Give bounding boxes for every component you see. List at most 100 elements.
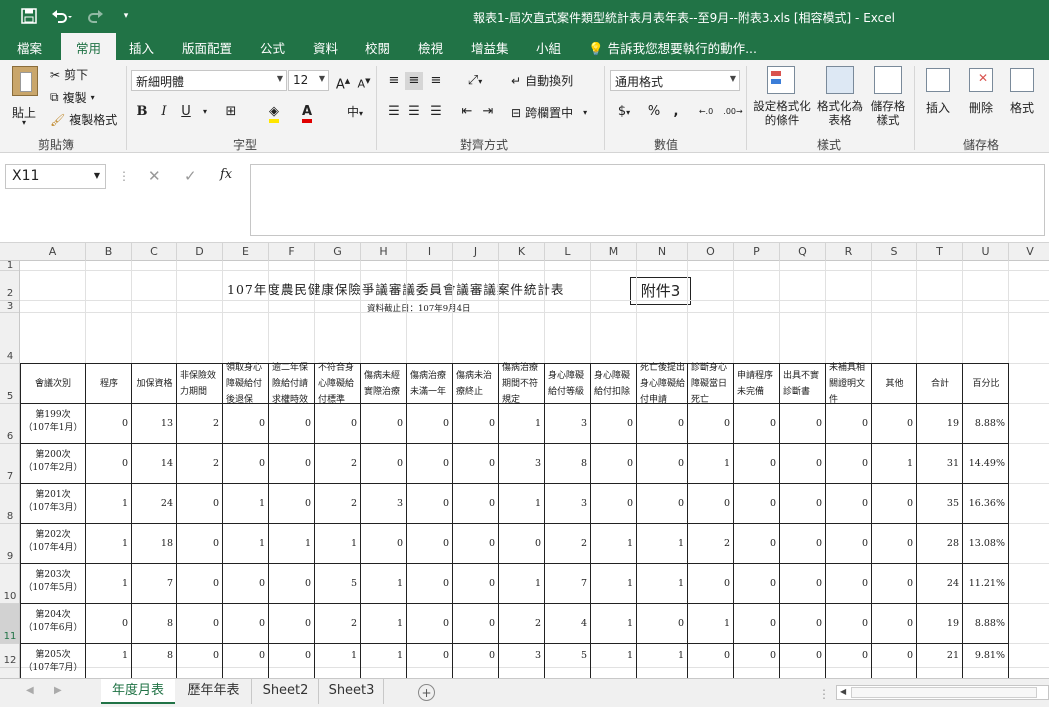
row-header[interactable]: 11 (0, 604, 19, 644)
table-cell[interactable]: 0 (269, 650, 311, 661)
table-cell[interactable]: 2 (315, 618, 357, 629)
scroll-right-icon[interactable]: ▶ (54, 685, 62, 696)
table-cell[interactable]: 0 (223, 618, 265, 629)
table-cell[interactable]: 0 (223, 418, 265, 429)
table-cell[interactable]: 1 (86, 578, 128, 589)
row-header[interactable]: 5 (0, 364, 19, 404)
tab-addins[interactable]: 增益集 (471, 38, 509, 57)
table-cell[interactable]: 0 (826, 618, 868, 629)
fill-color-icon[interactable]: ◈ (265, 103, 283, 123)
column-header[interactable]: T (917, 243, 963, 261)
table-cell[interactable]: 0 (780, 618, 822, 629)
column-header[interactable]: J (453, 243, 499, 261)
table-cell[interactable]: 8.88% (963, 618, 1005, 629)
table-cell[interactable]: 0 (826, 650, 868, 661)
table-cell[interactable]: 0 (826, 498, 868, 509)
table-cell[interactable]: 7 (545, 578, 587, 589)
table-cell[interactable]: 0 (591, 498, 633, 509)
table-cell[interactable]: 4 (545, 618, 587, 629)
table-cell[interactable]: 11.21% (963, 578, 1005, 589)
table-cell[interactable]: 0 (223, 650, 265, 661)
table-cell[interactable]: 1 (315, 538, 357, 549)
sheet-tab-monthly[interactable]: 年度月表 (101, 679, 175, 704)
scroll-left-icon[interactable]: ◀ (26, 685, 34, 696)
column-header[interactable]: H (361, 243, 407, 261)
table-cell[interactable]: 0 (453, 578, 495, 589)
table-cell[interactable]: 1 (872, 458, 913, 469)
table-cell[interactable]: 0 (826, 458, 868, 469)
decrease-font-icon[interactable]: A▼ (355, 72, 373, 91)
table-cell[interactable]: 1 (688, 618, 730, 629)
table-cell[interactable]: 0 (780, 498, 822, 509)
table-cell[interactable]: 0 (86, 458, 128, 469)
borders-icon[interactable]: ⊞ (222, 103, 240, 121)
table-cell[interactable]: 0 (637, 498, 684, 509)
table-cell[interactable]: 0 (177, 498, 219, 509)
table-cell[interactable]: 0 (780, 538, 822, 549)
table-cell[interactable]: 9.81% (963, 650, 1005, 661)
table-cell[interactable]: 0 (361, 458, 403, 469)
table-cell[interactable]: 35 (917, 498, 959, 509)
column-header[interactable]: I (407, 243, 453, 261)
enter-icon[interactable]: ✓ (184, 167, 197, 185)
table-cell[interactable]: 0 (734, 578, 776, 589)
table-cell[interactable]: 0 (177, 650, 219, 661)
redo-icon[interactable] (84, 6, 110, 26)
table-cell[interactable]: 1 (315, 650, 357, 661)
table-cell[interactable]: 28 (917, 538, 959, 549)
save-icon[interactable] (18, 6, 40, 26)
table-cell[interactable]: 3 (361, 498, 403, 509)
table-cell[interactable]: 0 (407, 498, 449, 509)
table-cell[interactable]: 0 (872, 498, 913, 509)
table-cell[interactable]: 0 (780, 578, 822, 589)
row-header[interactable]: 4 (0, 313, 19, 364)
table-cell[interactable]: 19 (917, 618, 959, 629)
table-cell[interactable]: 0 (734, 458, 776, 469)
table-cell[interactable]: 0 (688, 650, 730, 661)
column-header[interactable]: F (269, 243, 315, 261)
column-header[interactable]: G (315, 243, 361, 261)
cut-button[interactable]: ✂ 剪下 (50, 66, 88, 83)
table-cell[interactable]: 1 (499, 418, 541, 429)
decrease-decimal-icon[interactable]: .00→ (722, 103, 744, 121)
wrap-text-button[interactable]: ↵ 自動換列 (511, 72, 573, 89)
table-cell[interactable]: 0 (637, 618, 684, 629)
sheet-tab-sheet2[interactable]: Sheet2 (253, 679, 319, 704)
sheet-tab-yearly[interactable]: 歷年年表 (176, 679, 252, 704)
italic-button[interactable]: I (155, 103, 173, 121)
table-cell[interactable]: 0 (407, 650, 449, 661)
table-cell[interactable]: 1 (637, 538, 684, 549)
delete-cells-button[interactable]: ✕ 刪除 (963, 66, 1001, 132)
table-cell[interactable]: 2 (177, 418, 219, 429)
column-header[interactable]: B (86, 243, 132, 261)
table-cell[interactable]: 0 (872, 418, 913, 429)
sheet-tab-sheet3[interactable]: Sheet3 (320, 679, 384, 704)
tab-page-layout[interactable]: 版面配置 (182, 38, 232, 57)
table-cell[interactable]: 1 (223, 498, 265, 509)
table-cell[interactable]: 5 (315, 578, 357, 589)
table-cell[interactable]: 1 (688, 458, 730, 469)
name-box[interactable]: X11 ▼ (5, 164, 106, 189)
bold-button[interactable]: B (133, 103, 151, 121)
table-cell[interactable]: 0 (734, 498, 776, 509)
table-cell[interactable]: 1 (223, 538, 265, 549)
align-left-icon[interactable]: ☰ (385, 103, 403, 121)
table-cell[interactable]: 1 (591, 578, 633, 589)
tell-me-box[interactable]: 💡 告訴我您想要執行的動作... (588, 38, 757, 57)
tab-insert[interactable]: 插入 (129, 38, 154, 57)
table-cell[interactable]: 0 (315, 418, 357, 429)
table-cell[interactable]: 3 (499, 458, 541, 469)
underline-button[interactable]: U (177, 103, 195, 121)
column-header[interactable]: N (637, 243, 688, 261)
table-cell[interactable]: 0 (872, 650, 913, 661)
add-sheet-icon[interactable]: + (418, 684, 435, 701)
formula-input[interactable] (250, 164, 1045, 236)
table-cell[interactable]: 0 (734, 418, 776, 429)
table-cell[interactable]: 7 (132, 578, 173, 589)
table-cell[interactable]: 1 (86, 498, 128, 509)
table-cell[interactable]: 0 (407, 578, 449, 589)
column-header[interactable]: M (591, 243, 637, 261)
column-header[interactable]: U (963, 243, 1009, 261)
row-header[interactable]: 6 (0, 404, 19, 444)
table-cell[interactable]: 0 (269, 418, 311, 429)
